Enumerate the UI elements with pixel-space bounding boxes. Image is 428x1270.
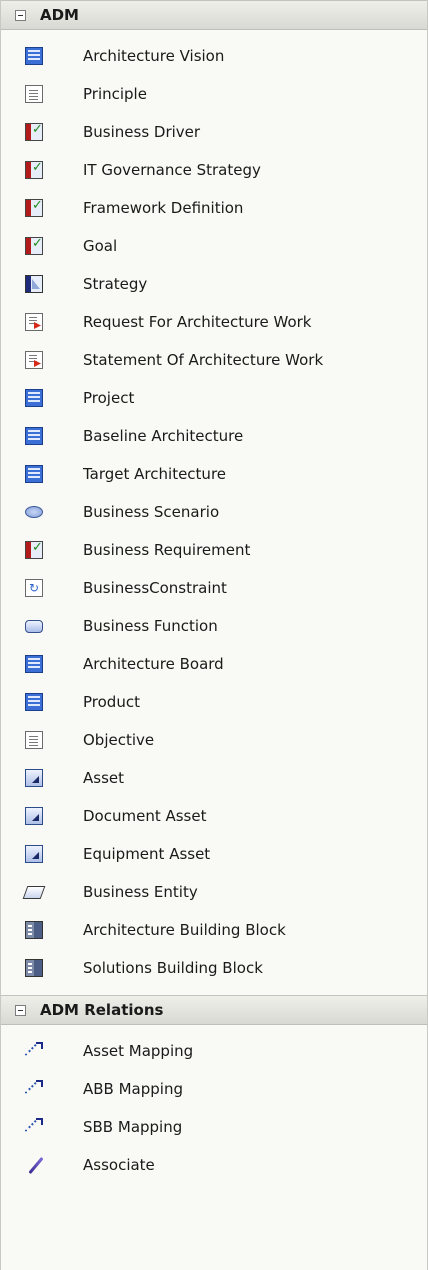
toolbox-item-label: Objective	[83, 731, 155, 749]
toolbox-item-label: Baseline Architecture	[83, 427, 244, 445]
document-blue-icon	[25, 693, 43, 711]
toolbox-item[interactable]: Business Scenario	[1, 493, 427, 531]
building-block-icon	[25, 921, 43, 939]
toolbox-item[interactable]: Baseline Architecture	[1, 417, 427, 455]
toolbox-item-label: Solutions Building Block	[83, 959, 263, 977]
toolbox-item[interactable]: Equipment Asset	[1, 835, 427, 873]
strategy-icon	[25, 275, 43, 293]
mapping-arrow-icon	[25, 1042, 43, 1060]
mapping-arrow-icon	[25, 1080, 43, 1098]
toolbox-item-label: Architecture Board	[83, 655, 224, 673]
toolbox-item[interactable]: Project	[1, 379, 427, 417]
parallelogram-icon	[22, 885, 46, 899]
requirement-icon	[25, 198, 43, 217]
page-icon	[25, 731, 43, 749]
toolbox-item[interactable]: IT Governance Strategy	[1, 151, 427, 189]
asset-icon	[25, 769, 43, 787]
requirement-icon	[25, 236, 43, 255]
toolbox-item[interactable]: Architecture Vision	[1, 37, 427, 75]
toolbox-item[interactable]: Asset Mapping	[1, 1032, 427, 1070]
requirement-icon	[25, 160, 43, 179]
page-icon	[25, 85, 43, 103]
document-blue-icon	[25, 465, 43, 483]
toolbox-item-label: Asset	[83, 769, 125, 787]
toolbox-groups: ADM Architecture Vision Principle Business …	[1, 0, 427, 1192]
toolbox-item-label: Framework Definition	[83, 199, 244, 217]
toolbox-item-label: Product	[83, 693, 140, 711]
toolbox-item[interactable]: Target Architecture	[1, 455, 427, 493]
toolbox-item-label: Asset Mapping	[83, 1042, 194, 1060]
toolbox-item-label: Equipment Asset	[83, 845, 211, 863]
toolbox-item-label: BusinessConstraint	[83, 579, 227, 597]
toolbox-item[interactable]: Architecture Building Block	[1, 911, 427, 949]
toolbox-panel: ADM Architecture Vision Principle Business …	[0, 0, 428, 1270]
document-blue-icon	[25, 389, 43, 407]
page-rotate-icon	[25, 579, 43, 597]
toolbox-item-label: Goal	[83, 237, 118, 255]
group-title: ADM Relations	[40, 1001, 164, 1019]
toolbox-item-label: Business Scenario	[83, 503, 220, 521]
toolbox-item[interactable]: Document Asset	[1, 797, 427, 835]
toolbox-item[interactable]: Strategy	[1, 265, 427, 303]
toolbox-item[interactable]: Business Function	[1, 607, 427, 645]
rounded-rect-icon	[25, 619, 43, 633]
group-title: ADM	[40, 6, 79, 24]
toolbox-item[interactable]: Architecture Board	[1, 645, 427, 683]
toolbox-item[interactable]: Business Requirement	[1, 531, 427, 569]
toolbox-item-label: Target Architecture	[83, 465, 227, 483]
toolbox-item[interactable]: BusinessConstraint	[1, 569, 427, 607]
toolbox-item-label: Request For Architecture Work	[83, 313, 312, 331]
toolbox-item-label: Associate	[83, 1156, 155, 1174]
toolbox-item-label: Project	[83, 389, 135, 407]
toolbox-item-label: SBB Mapping	[83, 1118, 183, 1136]
toolbox-item[interactable]: Framework Definition	[1, 189, 427, 227]
asset-icon	[25, 807, 43, 825]
associate-line-icon	[25, 1156, 43, 1174]
document-blue-icon	[25, 47, 43, 65]
toolbox-item[interactable]: Asset	[1, 759, 427, 797]
toolbox-item[interactable]: Goal	[1, 227, 427, 265]
document-blue-icon	[25, 655, 43, 673]
toolbox-item[interactable]: Associate	[1, 1146, 427, 1184]
document-blue-icon	[25, 427, 43, 445]
asset-icon	[25, 845, 43, 863]
toolbox-item-label: Business Function	[83, 617, 218, 635]
requirement-icon	[25, 122, 43, 141]
toolbox-item-label: Document Asset	[83, 807, 207, 825]
toolbox-item-label: Business Entity	[83, 883, 198, 901]
toolbox-item-label: Business Requirement	[83, 541, 251, 559]
toolbox-item-label: Statement Of Architecture Work	[83, 351, 324, 369]
collapse-icon[interactable]	[15, 9, 26, 21]
group-header-adm-relations[interactable]: ADM Relations	[1, 995, 427, 1025]
mapping-arrow-icon	[25, 1118, 43, 1136]
toolbox-item-label: Business Driver	[83, 123, 201, 141]
toolbox-item[interactable]: Objective	[1, 721, 427, 759]
toolbox-item[interactable]: ABB Mapping	[1, 1070, 427, 1108]
group-items: Architecture Vision Principle Business Dri…	[1, 30, 427, 995]
toolbox-item[interactable]: SBB Mapping	[1, 1108, 427, 1146]
toolbox-item[interactable]: Business Driver	[1, 113, 427, 151]
building-block-icon	[25, 959, 43, 977]
toolbox-item-label: Principle	[83, 85, 147, 103]
toolbox-item[interactable]: Request For Architecture Work	[1, 303, 427, 341]
toolbox-item[interactable]: Principle	[1, 75, 427, 113]
page-red-arrow-icon	[25, 313, 43, 331]
toolbox-item-label: IT Governance Strategy	[83, 161, 261, 179]
group-items: Asset Mapping ABB Mapping SBB Mapping Assoc…	[1, 1025, 427, 1192]
toolbox-item-label: Architecture Vision	[83, 47, 225, 65]
ellipse-icon	[25, 506, 43, 518]
toolbox-item[interactable]: Product	[1, 683, 427, 721]
toolbox-item-label: Architecture Building Block	[83, 921, 286, 939]
page-red-arrow-icon	[25, 351, 43, 369]
toolbox-item-label: Strategy	[83, 275, 148, 293]
toolbox-item[interactable]: Statement Of Architecture Work	[1, 341, 427, 379]
toolbox-item[interactable]: Business Entity	[1, 873, 427, 911]
toolbox-item[interactable]: Solutions Building Block	[1, 949, 427, 987]
requirement-icon	[25, 540, 43, 559]
collapse-icon[interactable]	[15, 1004, 26, 1016]
group-header-adm[interactable]: ADM	[1, 0, 427, 30]
toolbox-item-label: ABB Mapping	[83, 1080, 183, 1098]
